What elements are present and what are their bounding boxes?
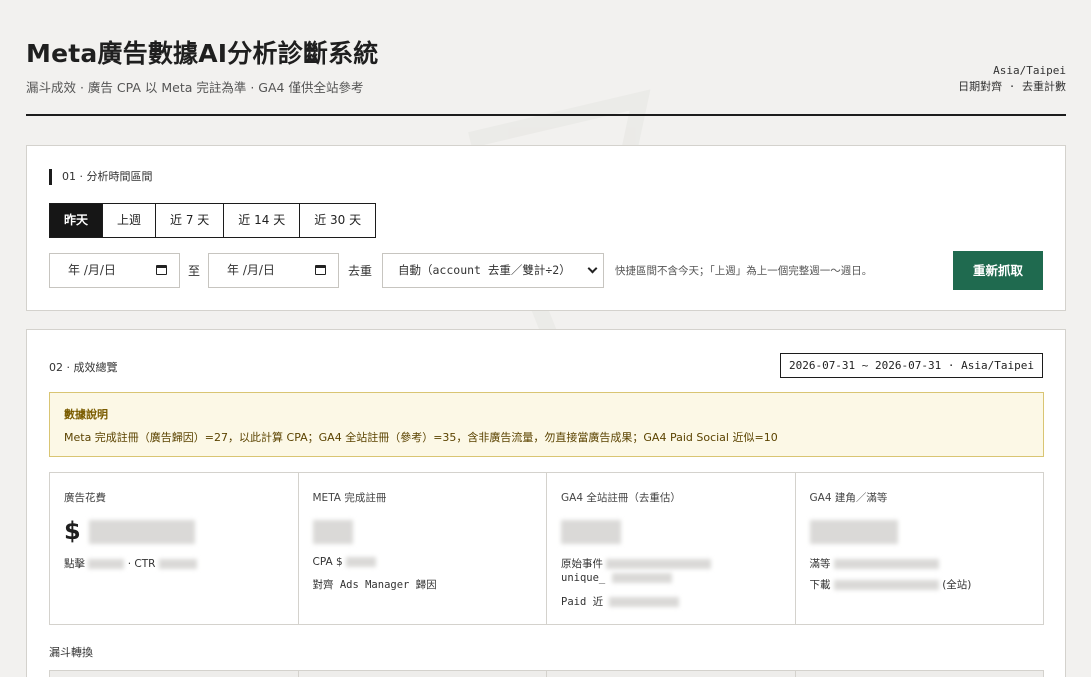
kpi-cards: 廣告花費 $ 點擊 · CTR META 完成註冊 CPA $ 對齊 Ads M…	[49, 472, 1044, 625]
tab-last-week[interactable]: 上週	[103, 203, 157, 238]
kpi-sub-label: (全站)	[942, 579, 972, 591]
funnel-table-header	[49, 670, 1044, 677]
range-panel: 01 · 分析時間區間 昨天 上週 近 7 天 近 14 天 近 30 天 年 …	[26, 145, 1066, 311]
kpi-sub: Paid 近	[561, 594, 680, 609]
dedupe-select-value: 自動（account 去重／雙計÷2）	[398, 263, 571, 277]
refresh-button[interactable]: 重新抓取	[953, 251, 1043, 290]
range-section-title: 01 · 分析時間區間	[49, 169, 153, 185]
redacted-value	[561, 520, 621, 544]
redacted-value	[89, 520, 196, 544]
data-notice: 數據說明 Meta 完成註冊（廣告歸因）=27，以此計算 CPA；GA4 全站註…	[49, 392, 1044, 457]
kpi-label: GA4 全站註冊（去重估）	[561, 492, 681, 504]
kpi-sub-label: 滿等	[809, 558, 831, 570]
page-title: Meta廣告數據AI分析診斷系統	[26, 39, 379, 68]
tab-yesterday[interactable]: 昨天	[49, 203, 104, 238]
tab-30-days[interactable]: 近 30 天	[300, 203, 377, 238]
kpi-value	[561, 517, 621, 545]
funnel-cell	[299, 671, 547, 677]
end-date-placeholder: 年 /月/日	[227, 263, 275, 277]
funnel-title: 漏斗轉換	[49, 646, 93, 659]
kpi-sub-label: unique_	[561, 572, 606, 584]
funnel-cell	[547, 671, 796, 677]
calendar-icon[interactable]	[315, 265, 326, 275]
range-tabs: 昨天 上週 近 7 天 近 14 天 近 30 天	[49, 203, 377, 238]
kpi-label: GA4 建角／滿等	[809, 492, 888, 504]
start-date-input[interactable]: 年 /月/日	[49, 253, 180, 288]
notice-title: 數據說明	[64, 408, 108, 421]
align-note: 日期對齊 · 去重計數	[958, 80, 1066, 93]
redacted-value	[609, 597, 680, 607]
timezone-info: Asia/Taipei 日期對齊 · 去重計數	[958, 63, 1066, 95]
funnel-cell	[796, 671, 1044, 677]
redacted-value	[606, 559, 712, 569]
funnel-cell	[50, 671, 299, 677]
dedupe-select[interactable]: 自動（account 去重／雙計÷2）	[382, 253, 604, 288]
kpi-sub: CPA $	[313, 556, 377, 568]
notice-text: Meta 完成註冊（廣告歸因）=27，以此計算 CPA；GA4 全站註冊（參考）…	[64, 431, 778, 444]
tab-7-days[interactable]: 近 7 天	[156, 203, 225, 238]
page-header: Meta廣告數據AI分析診斷系統 漏斗成效 · 廣告 CPA 以 Meta 完註…	[26, 34, 1066, 116]
kpi-ga4-registrations: GA4 全站註冊（去重估） 原始事件 unique_ Paid 近	[547, 473, 796, 624]
kpi-sub-label: CPA $	[312, 556, 343, 568]
redacted-value	[833, 580, 939, 590]
kpi-ad-spend: 廣告花費 $ 點擊 · CTR	[50, 473, 299, 624]
redacted-value	[312, 520, 353, 544]
kpi-note: 對齊 Ads Manager 歸因	[312, 579, 437, 591]
kpi-value	[809, 517, 898, 545]
kpi-label: META 完成註冊	[312, 492, 387, 504]
overview-panel: 02 · 成效總覽 2026-07-31 ~ 2026-07-31 · Asia…	[26, 329, 1066, 677]
kpi-sub-label: · CTR	[127, 558, 156, 570]
timezone-label: Asia/Taipei	[993, 64, 1066, 77]
overview-section-title: 02 · 成效總覽	[49, 361, 118, 374]
kpi-sub: 原始事件	[561, 556, 712, 571]
redacted-value	[809, 520, 898, 544]
redacted-value	[158, 559, 197, 569]
redacted-value	[88, 559, 125, 569]
range-hint: 快捷區間不含今天；「上週」為上一個完整週一～週日。	[615, 265, 873, 277]
kpi-value: $	[64, 517, 196, 545]
to-label: 至	[188, 264, 201, 278]
page-subtitle: 漏斗成效 · 廣告 CPA 以 Meta 完註為準 · GA4 僅供全站參考	[26, 80, 364, 95]
tab-14-days[interactable]: 近 14 天	[224, 203, 301, 238]
redacted-value	[611, 573, 672, 583]
kpi-sub-label: 下載	[809, 579, 831, 591]
kpi-sub: 點擊 · CTR	[64, 556, 197, 571]
date-range-badge: 2026-07-31 ~ 2026-07-31 · Asia/Taipei	[779, 353, 1043, 378]
kpi-meta-registrations: META 完成註冊 CPA $ 對齊 Ads Manager 歸因	[299, 473, 547, 624]
end-date-input[interactable]: 年 /月/日	[208, 253, 339, 288]
redacted-value	[346, 557, 377, 567]
kpi-sub-label: 原始事件	[561, 558, 603, 570]
kpi-sub: 滿等	[810, 556, 939, 571]
kpi-sub: unique_	[561, 572, 672, 584]
kpi-sub-label: 點擊	[64, 558, 85, 570]
currency-symbol: $	[64, 517, 81, 545]
chevron-down-icon	[587, 263, 598, 274]
dedupe-label: 去重	[348, 264, 373, 278]
calendar-icon[interactable]	[156, 265, 167, 275]
kpi-sub: 下載 (全站)	[810, 577, 972, 592]
kpi-value	[312, 517, 353, 545]
start-date-placeholder: 年 /月/日	[68, 263, 116, 277]
kpi-sub-label: Paid 近	[561, 596, 604, 608]
kpi-label: 廣告花費	[64, 492, 106, 504]
kpi-ga4-character-level: GA4 建角／滿等 滿等 下載 (全站)	[796, 473, 1044, 624]
redacted-value	[833, 559, 939, 569]
